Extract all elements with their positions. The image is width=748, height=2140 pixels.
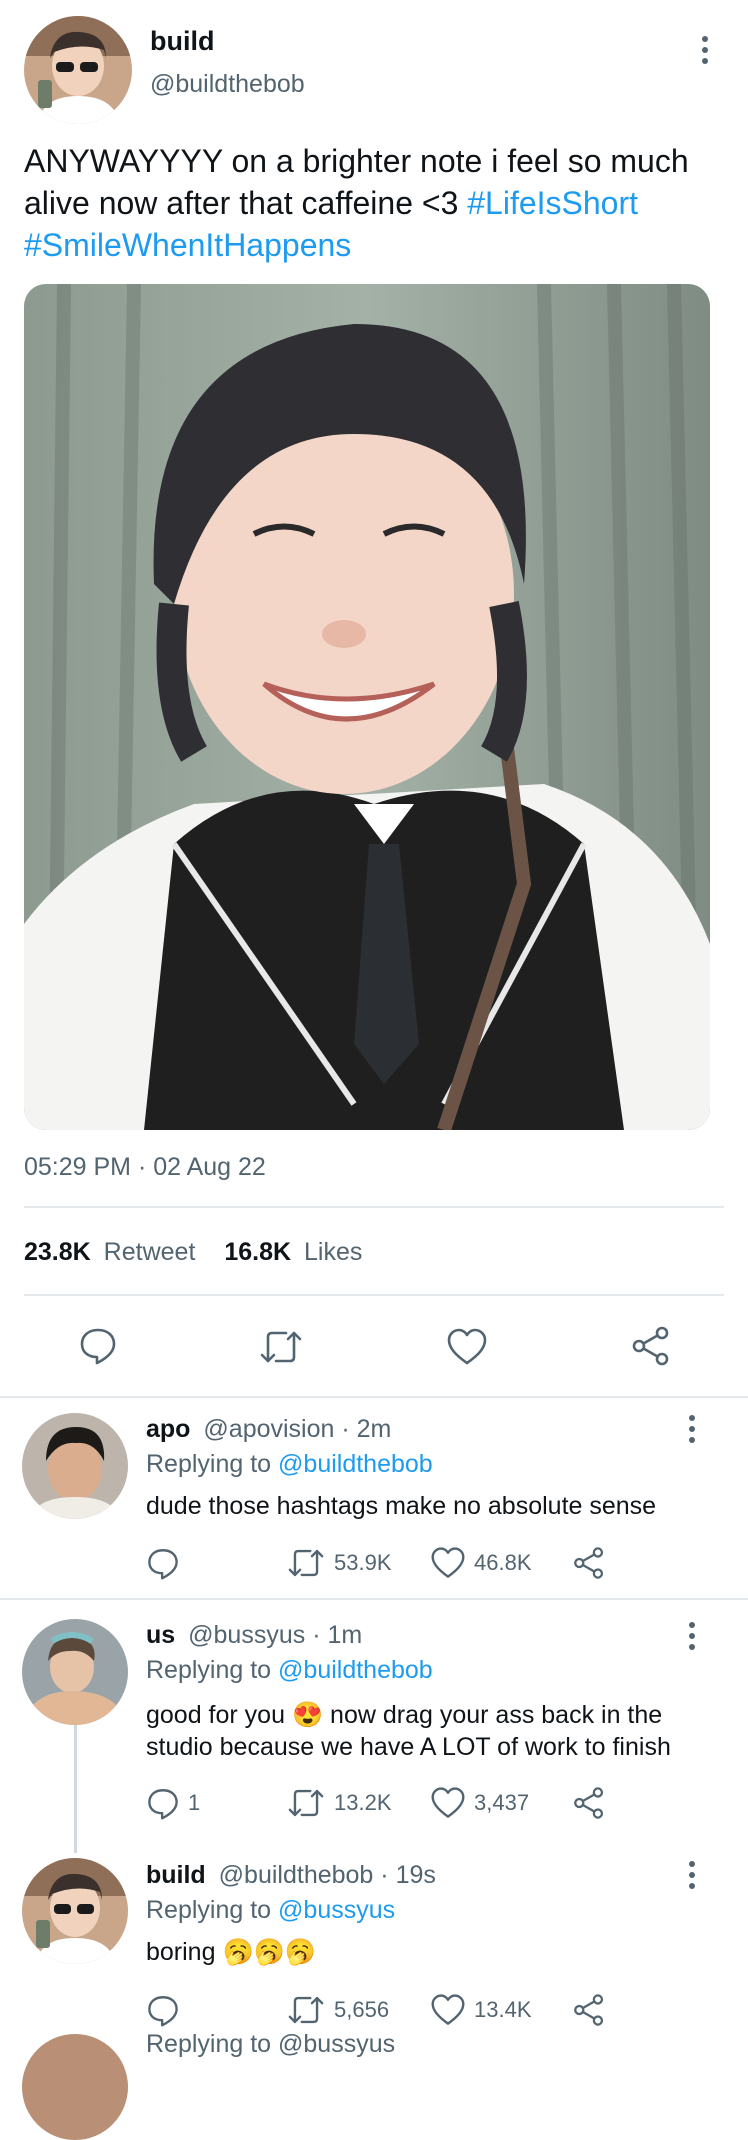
reply-name[interactable]: build — [146, 1861, 206, 1889]
tweet-text: ANYWAYYYY on a brighter note i feel so m… — [24, 140, 724, 266]
reply-text-line: good for you 😍 now drag your ass back in… — [146, 1699, 726, 1731]
reply-handle[interactable]: @apovision — [203, 1415, 334, 1443]
like-button[interactable]: 13.4K — [430, 1993, 532, 2027]
reply-avatar[interactable] — [22, 1858, 128, 1964]
more-options-icon[interactable] — [680, 1855, 704, 1895]
like-count: 46.8K — [474, 1550, 532, 1575]
hashtag-smilewhenithappens[interactable]: #SmileWhenItHappens — [24, 227, 351, 263]
divider — [24, 1294, 724, 1296]
tweet-timestamp: 05:29 PM · 02 Aug 22 — [24, 1153, 266, 1181]
reply-text-part: boring — [146, 1938, 216, 1966]
retweet-icon — [288, 1789, 324, 1817]
tweet-stats: 23.8K Retweet 16.8K Likes — [24, 1238, 362, 1267]
reply-text-part: good for you — [146, 1701, 285, 1729]
reply-icon — [148, 1996, 178, 2027]
reply-header: us @bussyus · 1m — [146, 1621, 362, 1650]
reply-time: · 2m — [341, 1415, 392, 1443]
share-icon — [574, 1994, 604, 2026]
retweet-button[interactable]: 53.9K — [286, 1546, 392, 1580]
heart-icon — [431, 1547, 465, 1578]
heart-icon — [431, 1994, 465, 2025]
divider — [0, 1598, 748, 1600]
retweet-count: 53.9K — [334, 1550, 392, 1575]
reply-icon[interactable] — [78, 1325, 118, 1370]
reply-avatar[interactable] — [22, 1413, 128, 1519]
yawning-emoji: 🥱🥱🥱 — [222, 1938, 316, 1966]
share-icon — [574, 1787, 604, 1819]
reply-text: dude those hashtags make no absolute sen… — [146, 1492, 657, 1520]
reply-text: good for you 😍 now drag your ass back in… — [146, 1699, 726, 1763]
reply-icon — [148, 1789, 178, 1820]
retweet-label[interactable]: Retweet — [104, 1238, 196, 1266]
share-icon[interactable] — [630, 1325, 672, 1372]
replying-handle[interactable]: @bussyus — [278, 1896, 395, 1924]
replying-to: Replying to @buildthebob — [146, 1450, 433, 1479]
reply-name[interactable]: us — [146, 1621, 175, 1649]
hashtag-lifeisshort[interactable]: #LifeIsShort — [467, 185, 638, 221]
retweet-button[interactable]: 13.2K — [286, 1786, 392, 1820]
retweet-count: 5,656 — [334, 1997, 390, 2022]
author-name[interactable]: build — [150, 26, 214, 57]
like-button[interactable]: 46.8K — [430, 1546, 532, 1580]
reply-avatar[interactable] — [22, 1619, 128, 1725]
replying-to: Replying to @buildthebob — [146, 1656, 433, 1685]
reply-time: · 19s — [380, 1861, 436, 1889]
next-reply-avatar[interactable] — [22, 2034, 128, 2140]
reply-text: boring 🥱🥱🥱 — [146, 1938, 316, 1967]
like-count: 13.4K — [474, 1997, 532, 2022]
reply-name[interactable]: apo — [146, 1415, 190, 1443]
reply-button[interactable] — [146, 1993, 180, 2027]
next-reply-replying-to: Replying to @bussyus — [146, 2030, 396, 2058]
replying-label: Replying to — [146, 1450, 272, 1478]
more-options-icon[interactable] — [680, 1409, 704, 1449]
retweet-icon — [288, 1996, 324, 2024]
tweet-photo[interactable] — [24, 284, 710, 1130]
replying-to: Replying to @bussyus — [146, 1896, 395, 1925]
replying-handle[interactable]: @buildthebob — [278, 1656, 433, 1684]
thread-line — [74, 1725, 77, 1853]
reply-text-part: now drag your ass back in the — [330, 1701, 663, 1729]
heart-icon[interactable] — [446, 1327, 488, 1372]
reply-text-line: studio because we have A LOT of work to … — [146, 1733, 671, 1761]
retweet-icon — [288, 1549, 324, 1577]
divider — [0, 1396, 748, 1398]
reply-count: 1 — [188, 1790, 201, 1815]
like-button[interactable]: 3,437 — [430, 1786, 529, 1820]
reply-time: · 1m — [312, 1621, 363, 1649]
reply-handle[interactable]: @buildthebob — [219, 1861, 374, 1889]
likes-count[interactable]: 16.8K — [224, 1238, 291, 1266]
reply-handle[interactable]: @bussyus — [188, 1621, 305, 1649]
share-button[interactable] — [572, 1546, 606, 1580]
replying-label: Replying to — [146, 1896, 272, 1924]
reply-header: apo @apovision · 2m — [146, 1415, 391, 1444]
retweet-count[interactable]: 23.8K — [24, 1238, 91, 1266]
like-count: 3,437 — [474, 1790, 530, 1815]
replying-label: Replying to — [146, 1656, 272, 1684]
likes-label[interactable]: Likes — [304, 1238, 362, 1266]
more-options-icon[interactable] — [693, 30, 717, 70]
reply-icon — [148, 1549, 178, 1580]
heart-icon — [431, 1787, 465, 1818]
more-options-icon[interactable] — [680, 1616, 704, 1656]
share-button[interactable] — [572, 1993, 606, 2027]
share-button[interactable] — [572, 1786, 606, 1820]
retweet-icon[interactable] — [258, 1327, 304, 1372]
share-icon — [574, 1547, 604, 1579]
divider — [24, 1206, 724, 1208]
replying-handle[interactable]: @buildthebob — [278, 1450, 433, 1478]
reply-button[interactable]: 1 — [146, 1786, 200, 1820]
retweet-count: 13.2K — [334, 1790, 392, 1815]
author-handle[interactable]: @buildthebob — [150, 70, 305, 99]
reply-header: build @buildthebob · 19s — [146, 1861, 436, 1890]
heart-eyes-emoji: 😍 — [291, 1701, 324, 1729]
reply-button[interactable] — [146, 1546, 180, 1580]
retweet-button[interactable]: 5,656 — [286, 1993, 389, 2027]
author-avatar[interactable] — [24, 16, 132, 124]
